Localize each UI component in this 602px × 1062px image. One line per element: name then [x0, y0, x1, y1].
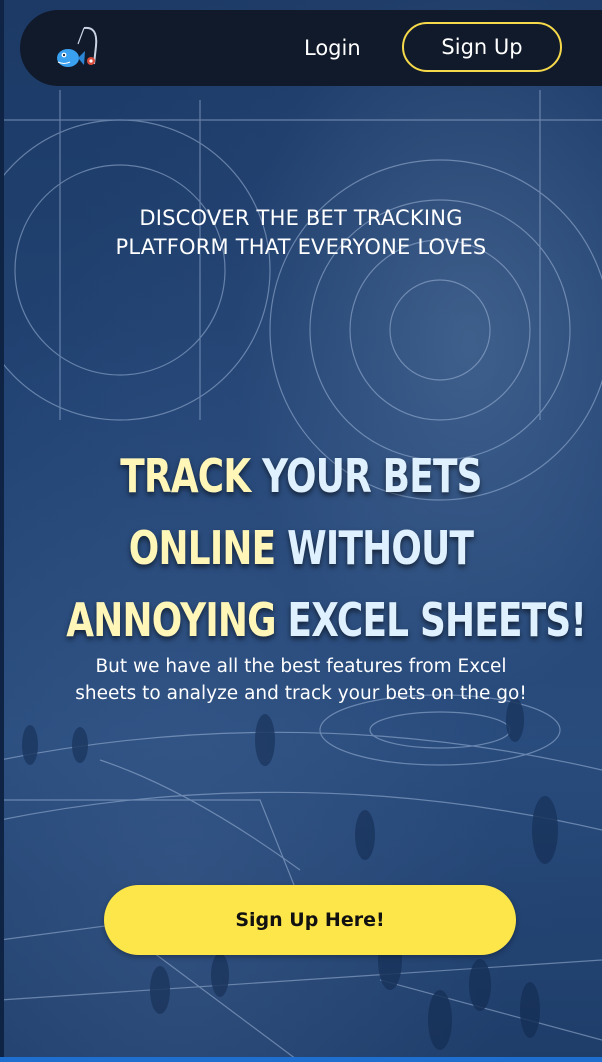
login-link[interactable]: Login [304, 32, 361, 64]
top-navbar: Login Sign Up [20, 10, 602, 86]
signup-here-button[interactable]: Sign Up Here! [104, 885, 516, 955]
hero-headline: TRACK YOUR BETS ONLINE WITHOUT ANNOYING … [66, 440, 587, 656]
eyebrow-line-1: DISCOVER THE BET TRACKING [139, 206, 463, 230]
bottom-accent-strip [0, 1057, 602, 1062]
fish-with-fishing-rod-logo-icon[interactable] [54, 24, 102, 74]
headline-line-1: TRACK YOUR BETS [66, 440, 536, 512]
headline-word-online: ONLINE [128, 521, 276, 575]
headline-word-without: WITHOUT [287, 521, 474, 575]
eyebrow-line-2: PLATFORM THAT EVERYONE LOVES [115, 235, 487, 259]
headline-words-your-bets: YOUR BETS [262, 449, 482, 503]
subtitle-line-1: But we have all the best features from E… [95, 656, 507, 677]
hero-eyebrow: DISCOVER THE BET TRACKING PLATFORM THAT … [0, 204, 602, 262]
subtitle-line-2: sheets to analyze and track your bets on… [75, 683, 527, 704]
landing-page: Login Sign Up DISCOVER THE BET TRACKING … [0, 0, 602, 1062]
headline-word-track: TRACK [120, 449, 251, 503]
headline-word-annoying: ANNOYING [66, 593, 276, 647]
hero-subtitle: But we have all the best features from E… [0, 653, 602, 707]
signup-button[interactable]: Sign Up [402, 22, 562, 72]
headline-words-excel-sheets: EXCEL SHEETS! [287, 593, 587, 647]
left-edge-border [0, 0, 4, 1062]
headline-line-3: ANNOYING EXCEL SHEETS! [66, 584, 587, 656]
headline-line-2: ONLINE WITHOUT [66, 512, 536, 584]
